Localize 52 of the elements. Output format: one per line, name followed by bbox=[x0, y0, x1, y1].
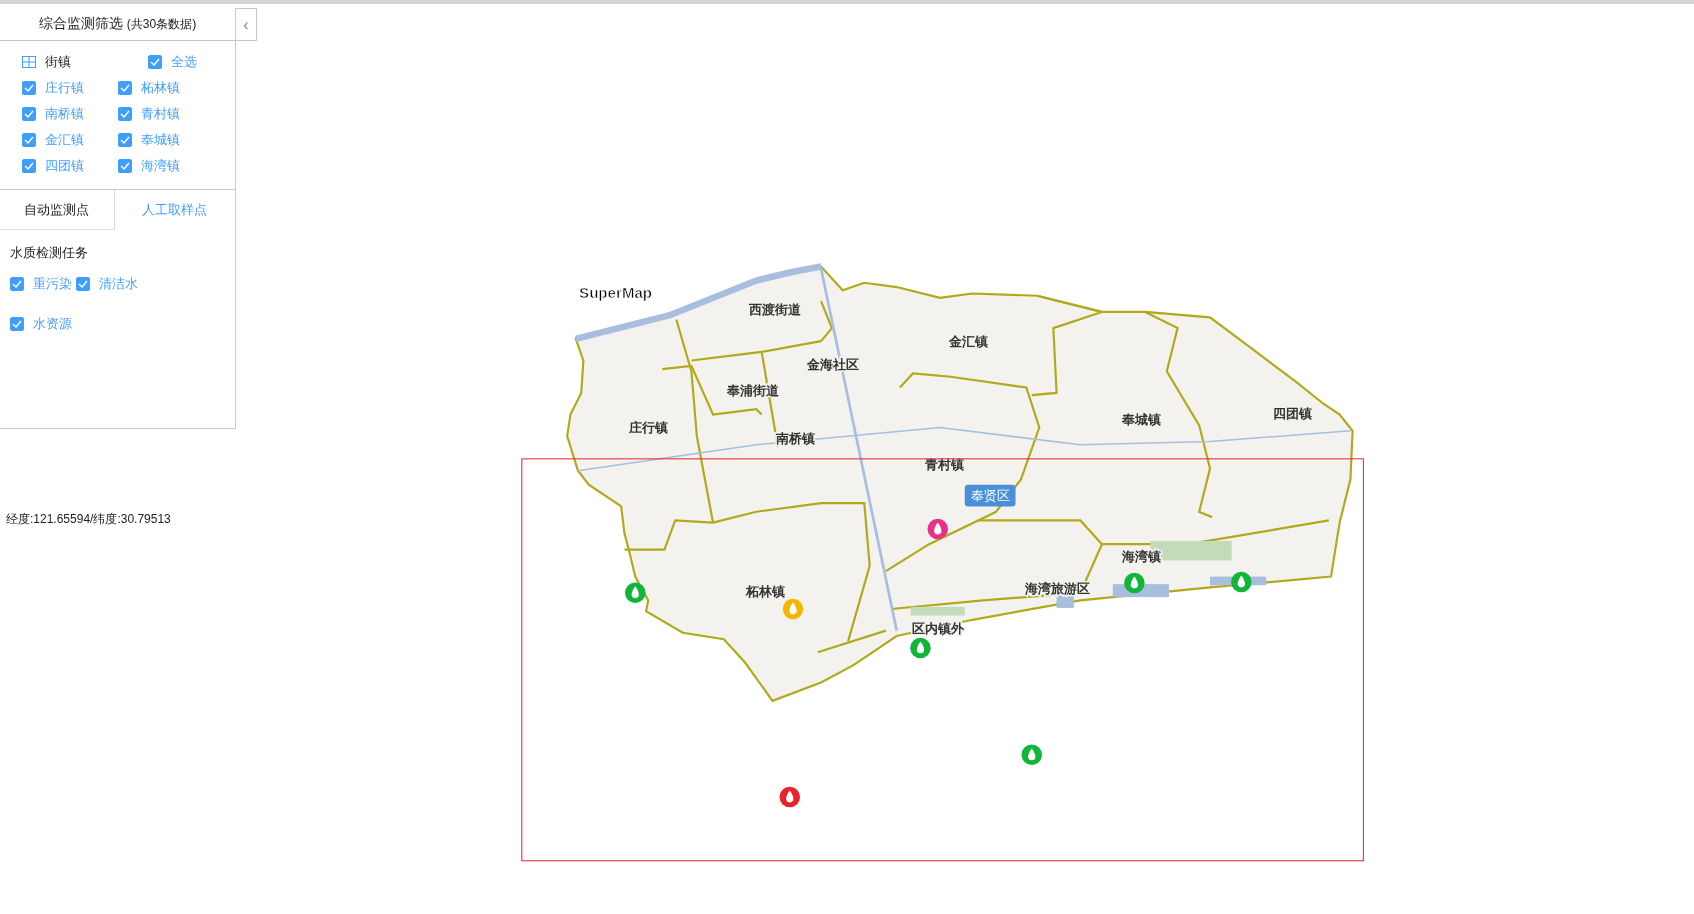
water-drop-marker[interactable] bbox=[910, 637, 931, 659]
tab[interactable]: 自动监测点 bbox=[0, 190, 115, 230]
checkbox-option[interactable]: 水资源 bbox=[10, 315, 80, 333]
checkbox-option[interactable]: 全选 bbox=[148, 53, 208, 71]
checkbox-option[interactable]: 重污染 bbox=[10, 275, 76, 293]
checkbox-option[interactable]: 清洁水 bbox=[76, 275, 146, 293]
place-label: 庄行镇 bbox=[628, 419, 668, 435]
checkbox-option[interactable]: 四团镇 bbox=[22, 157, 118, 175]
collapse-button[interactable]: ‹ bbox=[236, 8, 257, 41]
checkbox[interactable] bbox=[118, 159, 132, 173]
checkbox-option[interactable]: 奉城镇 bbox=[118, 131, 214, 149]
checkbox-option[interactable]: 柘林镇 bbox=[118, 79, 214, 97]
checkbox-option[interactable]: 庄行镇 bbox=[22, 79, 118, 97]
checkbox-option[interactable]: 青村镇 bbox=[118, 105, 214, 123]
place-label: 西渡街道 bbox=[748, 302, 801, 318]
water-area-drawing bbox=[1056, 594, 1074, 608]
checkbox[interactable] bbox=[76, 277, 90, 291]
place-label: 金海社区 bbox=[806, 357, 859, 373]
water-drop-marker[interactable] bbox=[1124, 572, 1145, 594]
coordinates-text: 经度:121.65594/纬度:30.79513 bbox=[6, 511, 171, 528]
water-drop-marker[interactable] bbox=[1021, 744, 1042, 766]
place-label: 海湾镇 bbox=[1122, 549, 1162, 565]
place-label: 奉城镇 bbox=[1122, 412, 1162, 428]
checkbox-option[interactable]: 南桥镇 bbox=[22, 105, 118, 123]
park-area-drawing bbox=[910, 606, 965, 616]
checkbox[interactable] bbox=[22, 159, 36, 173]
water-drop-marker[interactable] bbox=[779, 786, 800, 808]
checkbox[interactable] bbox=[22, 107, 36, 121]
place-label: 青村镇 bbox=[924, 456, 964, 472]
checkbox-option[interactable]: 金汇镇 bbox=[22, 131, 118, 149]
checkbox[interactable] bbox=[10, 317, 24, 331]
map-logo: SuperMap bbox=[579, 283, 653, 301]
water-drop-marker[interactable] bbox=[782, 598, 804, 620]
panel-title: 综合监测筛选 bbox=[38, 15, 123, 33]
water-drop-marker[interactable] bbox=[927, 518, 948, 540]
checkbox[interactable] bbox=[118, 107, 132, 121]
checkbox-option[interactable]: 海湾镇 bbox=[118, 157, 214, 175]
checkbox[interactable] bbox=[148, 55, 162, 69]
checkbox[interactable] bbox=[10, 277, 24, 291]
towns-label: 街镇 bbox=[45, 53, 72, 71]
checkbox[interactable] bbox=[22, 81, 36, 95]
place-label: 金汇镇 bbox=[948, 334, 988, 350]
section-title: 水质检测任务 bbox=[10, 244, 89, 262]
checkbox[interactable] bbox=[118, 81, 132, 95]
place-label: 柘林镇 bbox=[746, 584, 786, 600]
grid-icon bbox=[22, 56, 36, 68]
checkbox[interactable] bbox=[118, 133, 132, 147]
data-count: (共30条数据) bbox=[126, 15, 197, 33]
water-drop-marker[interactable] bbox=[625, 582, 646, 604]
water-drop-marker[interactable] bbox=[1231, 571, 1252, 593]
checkbox[interactable] bbox=[22, 133, 36, 147]
place-label: 四团镇 bbox=[1272, 405, 1312, 421]
